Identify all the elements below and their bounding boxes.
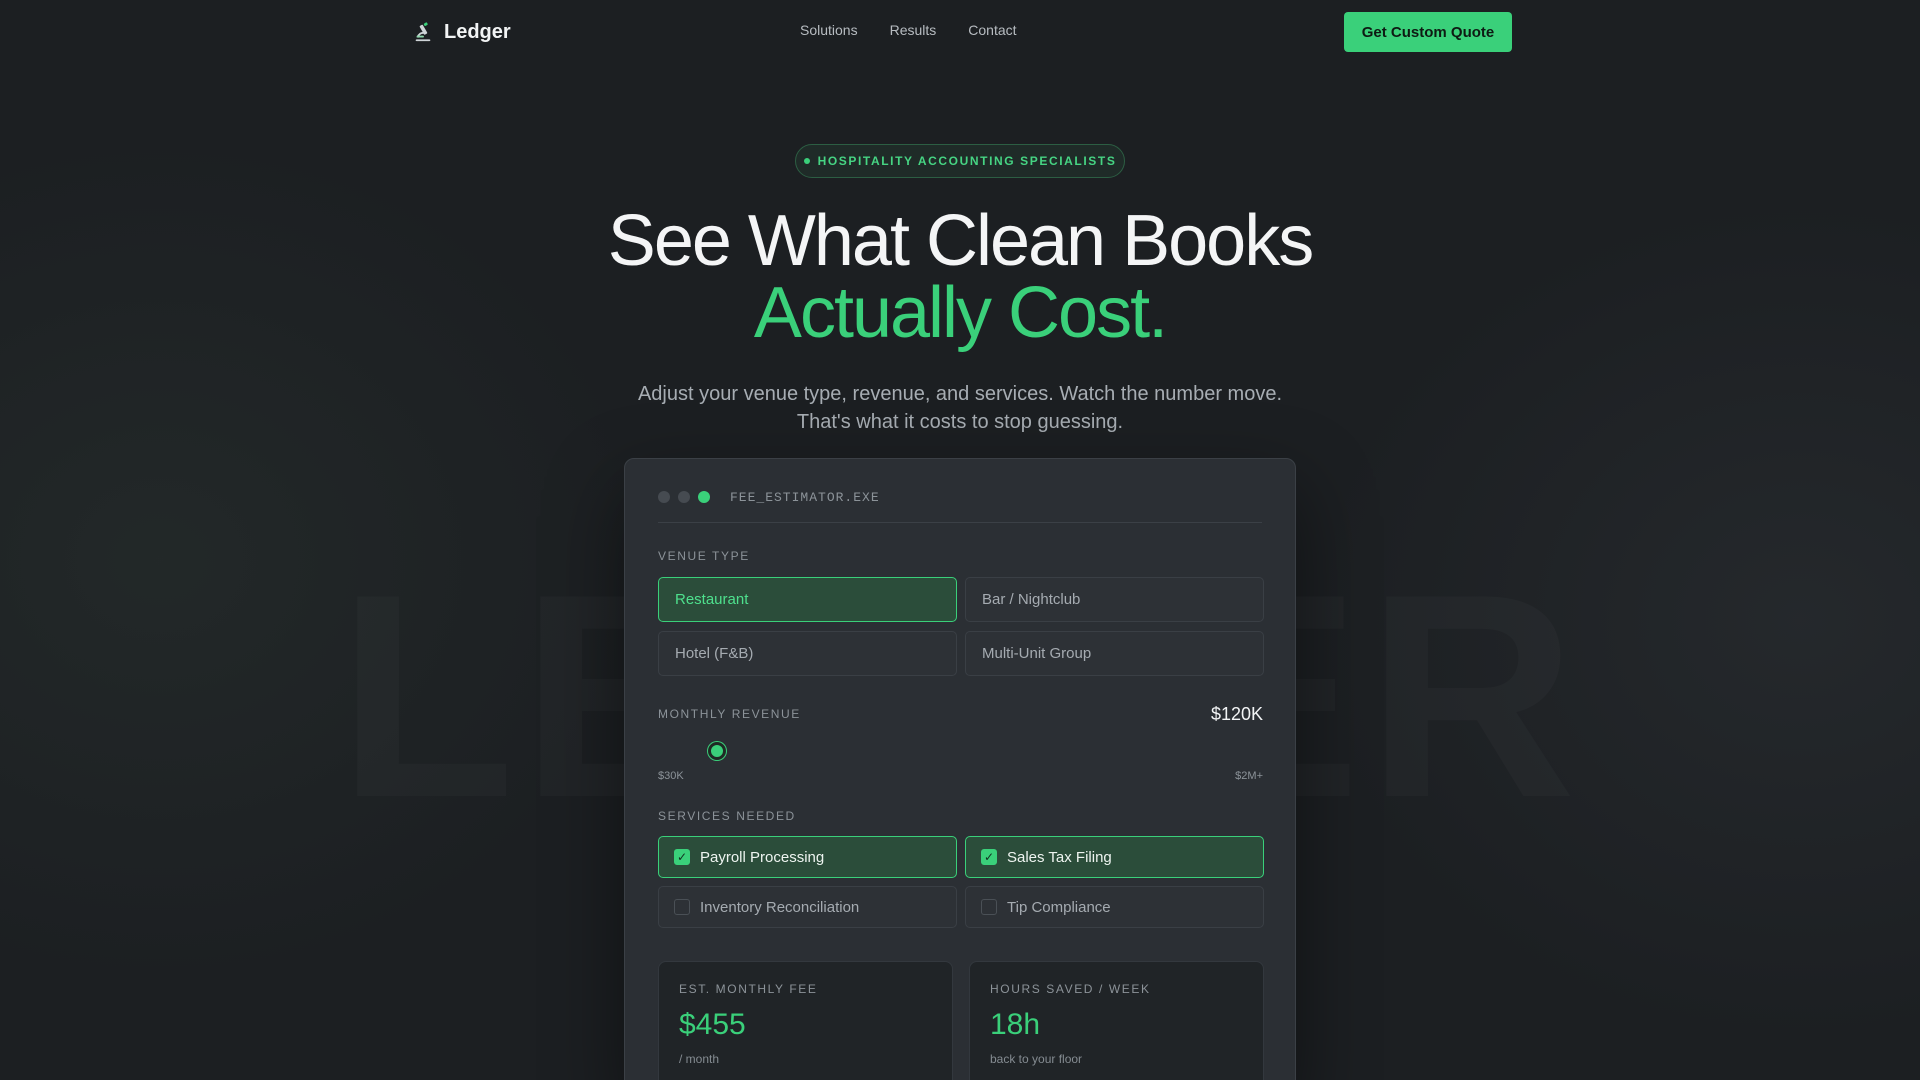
venue-type-label: VENUE TYPE [658,549,750,563]
monthly-fee-panel: EST. MONTHLY FEE $455 / month [658,961,953,1080]
monthly-fee-value: $455 [679,1008,746,1041]
service-label: Payroll Processing [700,848,825,866]
nav-links: Solutions Results Contact [800,22,1017,38]
headline-line-2: Actually Cost. [753,273,1168,353]
venue-option-restaurant[interactable]: Restaurant [658,577,957,622]
checkbox-icon[interactable] [981,899,997,915]
service-tip-compliance[interactable]: Tip Compliance [965,886,1264,928]
badge-text: HOSPITALITY ACCOUNTING SPECIALISTS [817,154,1117,168]
hours-saved-value: 18h [990,1008,1041,1041]
top-nav: Ledger Solutions Results Contact Get Cus… [0,0,1920,64]
monthly-fee-label: EST. MONTHLY FEE [679,982,818,996]
headline-line-1: See What Clean Books [607,201,1314,281]
revenue-slider-track[interactable] [658,742,1264,760]
get-custom-quote-button[interactable]: Get Custom Quote [1344,12,1512,52]
badge-dot-icon [803,158,810,164]
checkbox-icon[interactable]: ✓ [674,849,690,865]
service-inventory-reconciliation[interactable]: Inventory Reconciliation [658,886,957,928]
brand-logo[interactable]: Ledger [412,18,511,46]
brand-name: Ledger [444,20,511,43]
revenue-max-label: $2M+ [1235,770,1263,782]
window-dot-icon [698,491,710,503]
nav-link-solutions[interactable]: Solutions [800,22,858,38]
page: LEDGER Ledger Solutions Results Contact … [0,0,1920,1080]
nav-link-results[interactable]: Results [890,22,937,38]
nav-link-contact[interactable]: Contact [968,22,1016,38]
monthly-revenue-value: $120K [1210,704,1263,724]
hours-saved-label: HOURS SAVED / WEEK [990,982,1151,996]
venue-option-bar-nightclub[interactable]: Bar / Nightclub [965,577,1264,622]
hero-subhead: Adjust your venue type, revenue, and ser… [0,380,1920,436]
monthly-fee-unit: / month [679,1052,720,1066]
hours-saved-panel: HOURS SAVED / WEEK 18h back to your floo… [969,961,1264,1080]
window-titlebar: FEE_ESTIMATOR.EXE [658,490,1262,523]
window-dot-icon [658,491,670,503]
service-payroll-processing[interactable]: ✓ Payroll Processing [658,836,957,878]
subhead-line-2: That's what it costs to stop guessing. [796,411,1124,433]
service-sales-tax-filing[interactable]: ✓ Sales Tax Filing [965,836,1264,878]
revenue-min-label: $30K [658,770,684,782]
microscope-icon [415,22,431,42]
venue-option-multi-unit[interactable]: Multi-Unit Group [965,631,1264,676]
service-label: Tip Compliance [1007,898,1111,916]
fee-estimator-card: FEE_ESTIMATOR.EXE VENUE TYPE Restaurant … [624,458,1296,1080]
subhead-line-1: Adjust your venue type, revenue, and ser… [637,383,1283,405]
checkbox-icon[interactable]: ✓ [981,849,997,865]
venue-option-hotel[interactable]: Hotel (F&B) [658,631,957,676]
window-title: FEE_ESTIMATOR.EXE [730,490,880,505]
service-label: Sales Tax Filing [1007,848,1112,866]
page-title: See What Clean Books Actually Cost. [0,205,1920,349]
services-needed-label: SERVICES NEEDED [658,809,796,823]
revenue-slider-thumb[interactable] [708,742,727,760]
checkbox-icon[interactable] [674,899,690,915]
service-label: Inventory Reconciliation [700,898,860,916]
window-dot-icon [678,491,690,503]
hero-badge: HOSPITALITY ACCOUNTING SPECIALISTS [795,144,1125,178]
hours-saved-caption: back to your floor [990,1052,1083,1066]
monthly-revenue-label: MONTHLY REVENUE [658,707,801,721]
